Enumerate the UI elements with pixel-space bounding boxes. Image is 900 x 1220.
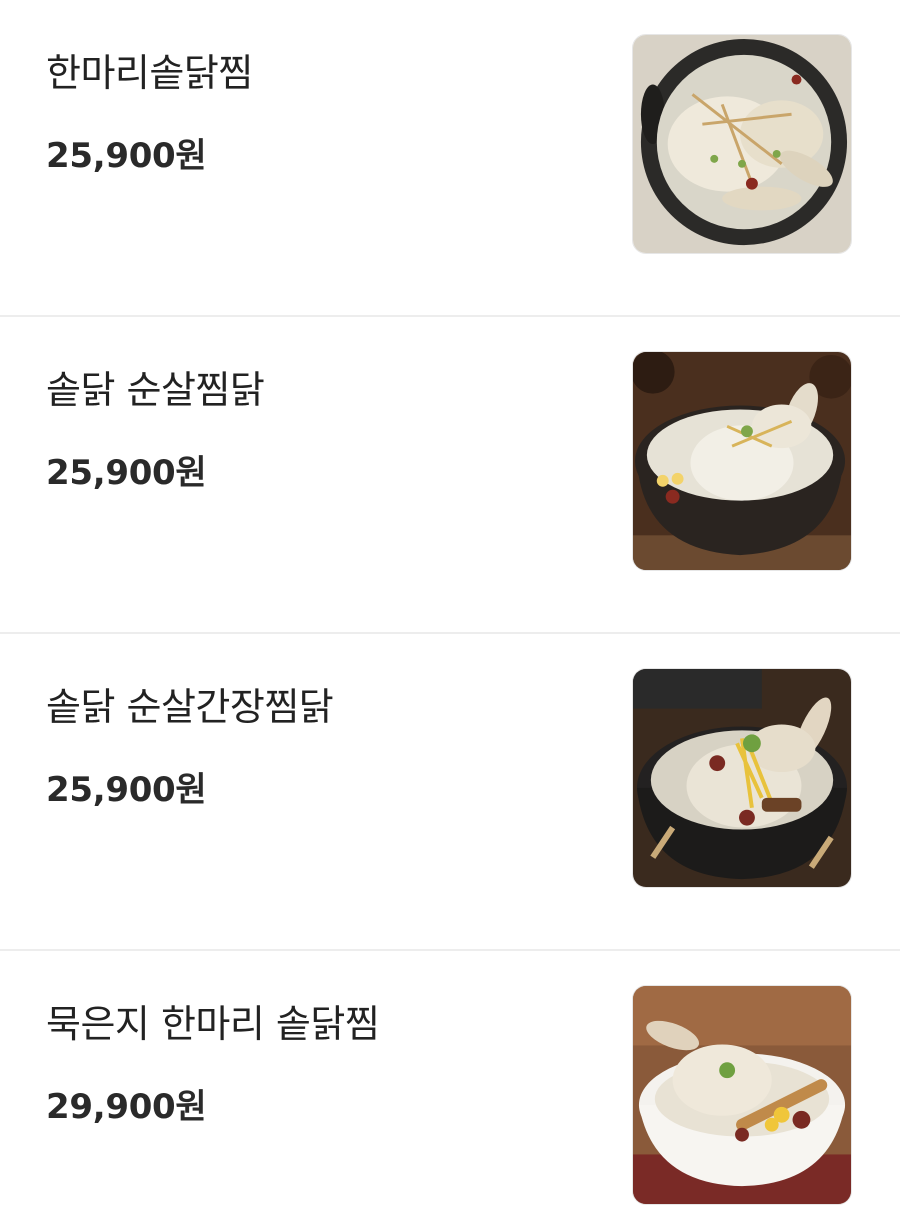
menu-item-name: 한마리솥닭찜 — [46, 51, 253, 95]
menu-item-price: 29,900원 — [46, 1087, 207, 1127]
stone-pot-chicken-photo-icon — [633, 352, 851, 570]
menu-item[interactable]: 한마리솥닭찜 25,900원 — [0, 0, 900, 317]
menu-item[interactable]: 솥닭 순살간장찜닭 25,900원 — [0, 634, 900, 951]
menu-item[interactable]: 솥닭 순살찜닭 25,900원 — [0, 317, 900, 634]
braised-chicken-photo-icon — [633, 35, 851, 253]
menu-item-name: 솥닭 순살찜닭 — [46, 368, 265, 412]
menu-item-price: 25,900원 — [46, 453, 207, 493]
menu-item[interactable]: 묵은지 한마리 솥닭찜 29,900원 — [0, 951, 900, 1217]
menu-item-name: 솥닭 순살간장찜닭 — [46, 685, 334, 729]
menu-item-price: 25,900원 — [46, 770, 207, 810]
menu-list: 한마리솥닭찜 25,900원 솥닭 순살찜닭 25,900원 솥닭 순살간장찜닭… — [0, 0, 900, 1217]
menu-item-name: 묵은지 한마리 솥닭찜 — [46, 1002, 380, 1046]
menu-item-image[interactable] — [632, 34, 852, 254]
kimchi-chicken-bowl-photo-icon — [633, 986, 851, 1204]
menu-item-price: 25,900원 — [46, 136, 207, 176]
menu-item-image[interactable] — [632, 985, 852, 1205]
menu-item-image[interactable] — [632, 351, 852, 571]
menu-item-image[interactable] — [632, 668, 852, 888]
soy-braised-chicken-photo-icon — [633, 669, 851, 887]
